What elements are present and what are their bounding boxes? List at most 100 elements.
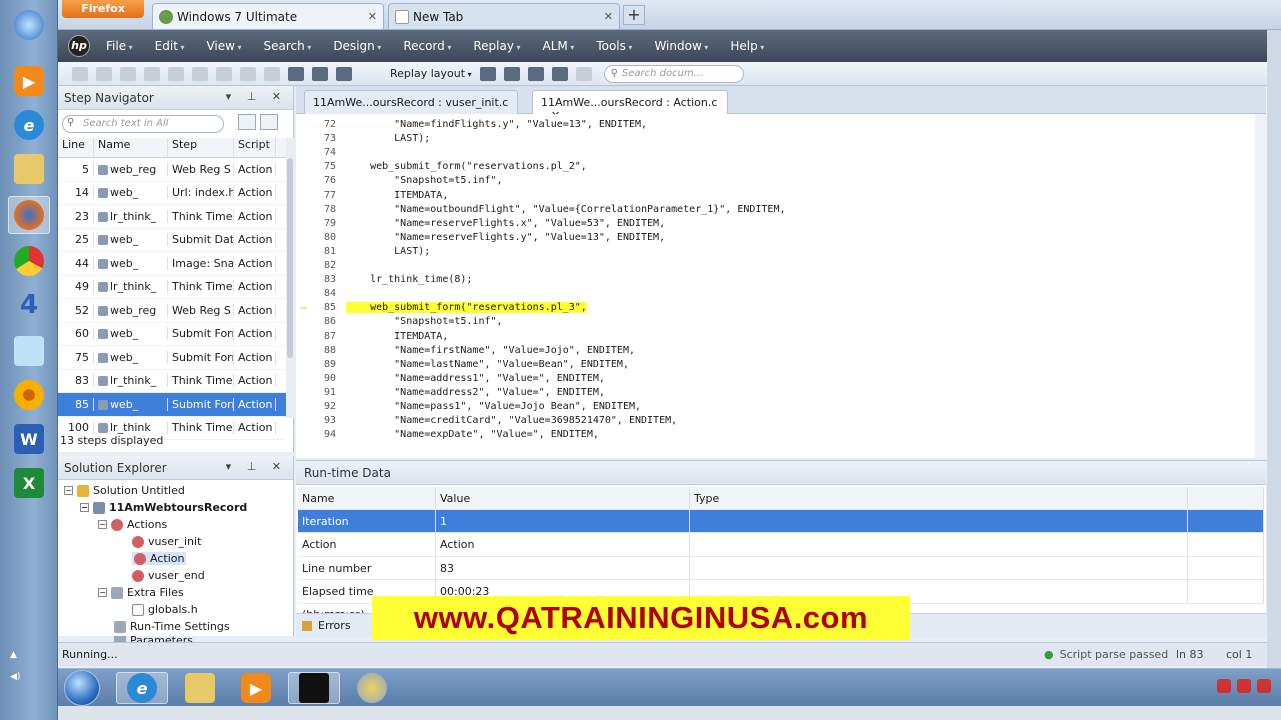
snapshot-icon[interactable] <box>551 66 568 81</box>
tree-globals[interactable]: globals.h <box>132 603 198 616</box>
menu-window[interactable]: Window <box>654 39 708 53</box>
start-orb-icon[interactable] <box>64 670 100 706</box>
tree-vuser-end[interactable]: vuser_end <box>132 569 205 582</box>
tab-errors[interactable]: Errors <box>318 619 351 632</box>
copy-icon[interactable] <box>192 66 208 81</box>
taskbar-excel[interactable]: X <box>8 464 50 502</box>
panel-controls[interactable]: ▾ ⊥ ✕ <box>226 90 287 103</box>
collapse-icon[interactable]: − <box>98 520 107 529</box>
editor-tab-action[interactable]: 11AmWe...oursRecord : Action.c ✕ <box>532 90 728 122</box>
menu-record[interactable]: Record <box>403 39 451 53</box>
menu-design[interactable]: Design <box>333 39 381 53</box>
menu-alm[interactable]: ALM <box>543 39 575 53</box>
code-line[interactable]: 91 "Name=address2", "Value=", ENDITEM, <box>296 386 1266 400</box>
horizontal-scrollbar[interactable] <box>58 706 1281 720</box>
col-name[interactable]: Name <box>94 138 168 157</box>
code-line[interactable]: 83 lr_think_time(8); <box>296 273 1266 287</box>
menu-view[interactable]: View <box>206 39 241 53</box>
copy-view-icon[interactable] <box>260 114 278 130</box>
collapse-icon[interactable]: − <box>98 588 107 597</box>
scroll-thumb[interactable] <box>287 158 293 358</box>
step-row[interactable]: 23 lr_think_ Think Time Action <box>58 205 286 229</box>
firefox-menu-button[interactable]: Firefox <box>62 0 144 18</box>
tray-up-icon[interactable]: ▲ <box>10 650 17 660</box>
code-line[interactable]: 87 ITEMDATA, <box>296 330 1266 344</box>
code-scrollbar[interactable] <box>1255 114 1267 458</box>
step-row[interactable]: 14 web_ Url: index.ht Action <box>58 182 286 205</box>
code-line[interactable]: 75 web_submit_form("reservations.pl_2", <box>296 160 1266 174</box>
cut-icon[interactable] <box>168 66 184 81</box>
menu-file[interactable]: File <box>106 39 133 53</box>
taskbar-cmd-button[interactable] <box>288 672 340 704</box>
tray-flag-icon[interactable] <box>1237 679 1251 693</box>
code-line[interactable]: 78 "Name=outboundFlight", "Value={Correl… <box>296 203 1266 217</box>
step-row[interactable]: 75 web_ Submit Forr Action <box>58 346 286 370</box>
tree-actions[interactable]: − Actions <box>98 518 167 531</box>
tree-action[interactable]: Action <box>132 552 187 565</box>
step-row[interactable]: 60 web_ Submit Forr Action <box>58 323 286 346</box>
code-line[interactable]: 93 "Name=creditCard", "Value=3698521470"… <box>296 414 1266 428</box>
step-row[interactable]: 83 lr_think_ Think Time Action <box>58 370 286 393</box>
breakpoint-icon[interactable] <box>336 66 352 81</box>
stop-icon[interactable] <box>312 66 328 81</box>
step-row[interactable]: 44 web_ Image: Sna Action <box>58 252 286 276</box>
step-row[interactable]: 25 web_ Submit Data Action <box>58 229 286 252</box>
tree-vuser-init[interactable]: vuser_init <box>132 535 201 548</box>
taskbar-flower-app[interactable] <box>8 376 50 414</box>
taskbar-ie-button[interactable]: e <box>116 672 168 704</box>
col-line[interactable]: Line <box>58 138 94 157</box>
runtime-row[interactable]: Line number 83 <box>298 556 1264 580</box>
open-icon[interactable] <box>96 66 112 81</box>
code-line[interactable]: 79 "Name=reserveFlights.x", "Value=53", … <box>296 217 1266 231</box>
taskbar-folder-button[interactable] <box>174 672 226 704</box>
close-tab-icon[interactable]: ✕ <box>368 10 377 23</box>
grid-icon[interactable] <box>527 66 544 81</box>
runtime-row[interactable]: Action Action <box>298 533 1264 557</box>
taskbar-notepad[interactable] <box>8 332 50 370</box>
code-line[interactable]: 94 "Name=expDate", "Value=", ENDITEM, <box>296 428 1266 442</box>
close-tab-icon[interactable]: ✕ <box>604 10 613 23</box>
code-line[interactable]: 80 "Name=reserveFlights.y", "Value=13", … <box>296 231 1266 245</box>
paste-icon[interactable] <box>216 66 232 81</box>
col-name[interactable]: Name <box>298 486 436 510</box>
tree-runtime-settings[interactable]: Run-Time Settings <box>114 620 230 633</box>
code-line[interactable]: 88 "Name=firstName", "Value=Jojo", ENDIT… <box>296 344 1266 358</box>
col-script[interactable]: Script <box>234 138 276 157</box>
code-line[interactable]: 74 <box>296 146 1266 160</box>
step-icon[interactable] <box>264 66 280 81</box>
code-line[interactable]: 81 LAST); <box>296 245 1266 259</box>
taskbar-word[interactable]: W <box>8 420 50 458</box>
menu-help[interactable]: Help <box>730 39 764 53</box>
collapse-icon[interactable]: − <box>80 503 89 512</box>
step-row[interactable]: 85 web_ Submit Forr Action <box>58 393 286 417</box>
taskbar-media-button[interactable]: ▶ <box>230 672 282 704</box>
step-nav-scrollbar[interactable] <box>286 138 294 418</box>
runtime-row[interactable]: Iteration 1 <box>298 509 1264 533</box>
edit-icon[interactable] <box>503 66 520 81</box>
help-icon[interactable] <box>575 66 592 81</box>
menu-tools[interactable]: Tools <box>596 39 632 53</box>
tree-extra-files[interactable]: − Extra Files <box>98 586 184 599</box>
taskbar-ie[interactable]: e <box>8 106 50 144</box>
taskbar-vugen-button[interactable] <box>346 672 398 704</box>
tray-speaker-icon[interactable]: ◀) <box>10 672 20 682</box>
code-line[interactable]: 89 "Name=lastName", "Value=Bean", ENDITE… <box>296 358 1266 372</box>
col-value[interactable]: Value <box>436 486 690 510</box>
panel-controls[interactable]: ▾ ⊥ ✕ <box>226 460 287 473</box>
code-line[interactable]: 92 "Name=pass1", "Value=Jojo Bean", ENDI… <box>296 400 1266 414</box>
code-editor[interactable]: 72 "Name=findFlights.y", "Value=13", END… <box>296 114 1266 458</box>
code-line[interactable]: 90 "Name=address1", "Value=", ENDITEM, <box>296 372 1266 386</box>
menu-edit[interactable]: Edit <box>155 39 185 53</box>
tray-network-icon[interactable] <box>1217 679 1231 693</box>
taskbar-firefox[interactable] <box>8 196 50 234</box>
start-button[interactable] <box>8 6 50 44</box>
new-tab-button[interactable]: + <box>623 5 645 25</box>
code-line[interactable]: ⇨ 85 web_submit_form("reservations.pl_3", <box>296 301 1266 315</box>
tree-script[interactable]: − 11AmWebtoursRecord <box>80 501 247 514</box>
browser-tab-newtab[interactable]: New Tab ✕ <box>388 3 620 29</box>
code-line[interactable]: 72 "Name=findFlights.y", "Value=13", END… <box>296 118 1266 132</box>
editor-tab-vuser-init[interactable]: 11AmWe...oursRecord : vuser_init.c <box>304 90 518 114</box>
browser-tab-windows7[interactable]: Windows 7 Ultimate ✕ <box>152 3 384 29</box>
taskbar-explorer[interactable] <box>8 150 50 188</box>
step-row[interactable]: 5 web_reg Web Reg S Action <box>58 158 286 182</box>
